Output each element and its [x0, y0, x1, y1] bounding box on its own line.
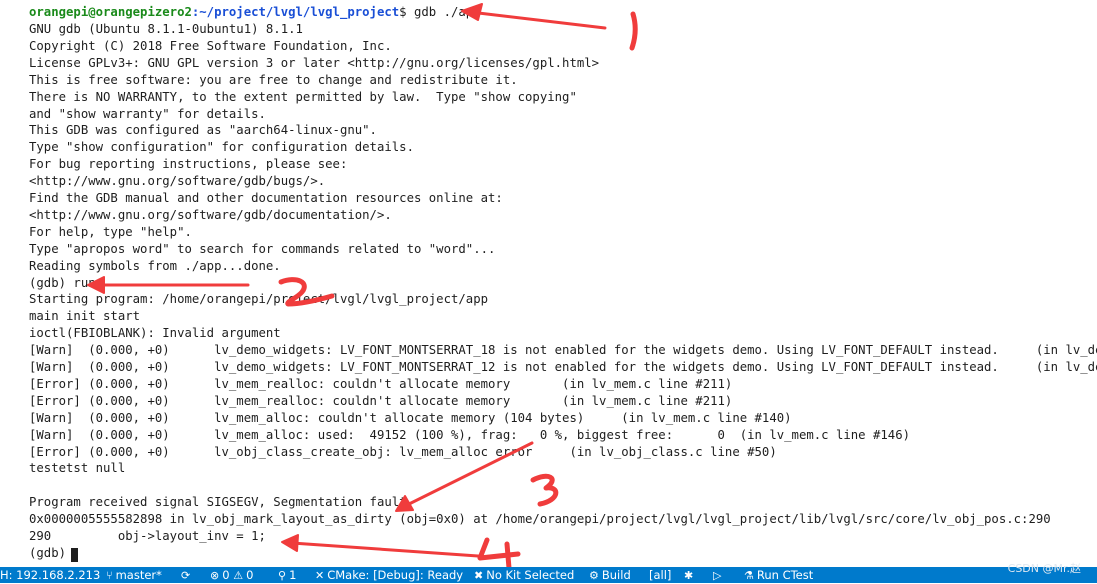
annotation-arrow-1 — [461, 3, 607, 30]
annotation-number-3 — [530, 473, 559, 507]
antenna-icon: ⚲ — [278, 569, 287, 582]
watermark: CSDN @Mr.赵 — [1007, 562, 1081, 575]
tools-icon: ✖ — [474, 569, 484, 582]
run-ctest-label: Run CTest — [756, 568, 814, 582]
annotation-arrow-3 — [395, 441, 534, 512]
gear-icon: ⚙ — [589, 569, 599, 582]
terminal-panel[interactable]: orangepi@orangepizero2:~/project/lvgl/lv… — [0, 0, 1097, 567]
annotation-arrow-4 — [281, 534, 480, 558]
sync-icon: ⟳ — [181, 569, 191, 582]
build-button[interactable]: ⚙ Build — [589, 567, 631, 583]
error-icon: ⊗ — [210, 569, 220, 582]
bug-icon: ✱ — [684, 569, 694, 582]
problems-button[interactable]: ⊗ 0 ⚠ 0 — [210, 567, 253, 583]
cmake-status-button[interactable]: ✕ CMake: [Debug]: Ready — [315, 567, 463, 583]
git-branch-label: master* — [115, 568, 162, 582]
play-icon: ▷ — [713, 569, 722, 582]
annotation-layer — [87, 3, 638, 567]
cmake-status-label: CMake: [Debug]: Ready — [327, 568, 464, 582]
build-target-button[interactable]: [all] — [649, 567, 671, 583]
build-label: Build — [601, 568, 631, 582]
warning-count: 0 — [246, 568, 254, 582]
annotation-arrow-2 — [87, 276, 250, 294]
error-count: 0 — [222, 568, 230, 582]
run-ctest-button[interactable]: ⚗ Run CTest — [744, 567, 813, 583]
warning-icon: ⚠ — [233, 569, 244, 582]
status-bar: H: 192.168.2.213 ⑂ master* ⟳ ⊗ 0 ⚠ 0 ⚲ 1 ✕ CM… — [0, 567, 1097, 583]
annotation-number-1 — [629, 11, 638, 51]
close-icon: ✕ — [315, 569, 325, 582]
annotation-number-2 — [278, 277, 335, 307]
sync-button[interactable]: ⟳ — [181, 567, 193, 583]
kit-select-button[interactable]: ✖ No Kit Selected — [474, 567, 574, 583]
flask-icon: ⚗ — [744, 569, 754, 582]
branch-icon: ⑂ — [106, 569, 113, 582]
remote-ssh-indicator[interactable]: H: 192.168.2.213 — [0, 567, 100, 583]
git-branch-button[interactable]: ⑂ master* — [106, 567, 162, 583]
ports-button[interactable]: ⚲ 1 — [278, 567, 296, 583]
run-button[interactable]: ▷ — [713, 567, 724, 583]
debug-button[interactable]: ✱ — [684, 567, 696, 583]
ports-count: 1 — [289, 568, 297, 582]
kit-select-label: No Kit Selected — [486, 568, 575, 582]
annotation-number-4 — [477, 537, 521, 567]
